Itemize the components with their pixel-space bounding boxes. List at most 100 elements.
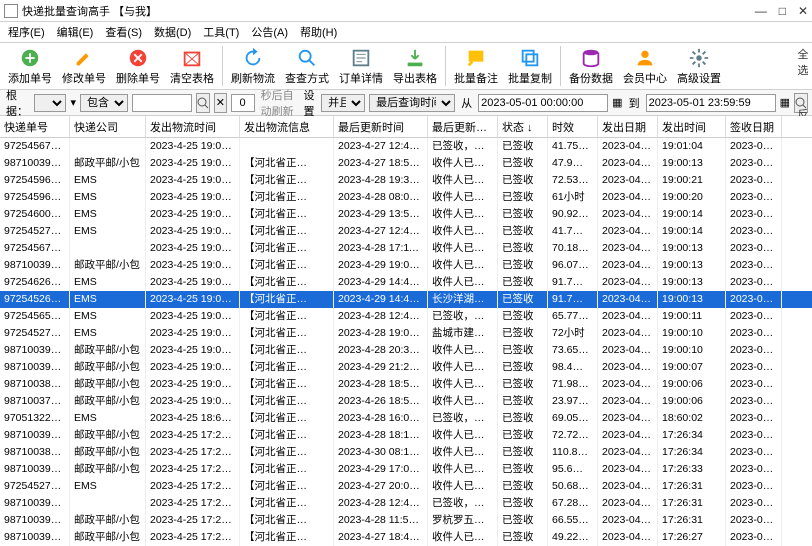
toolbar-add-button[interactable]: 添加单号 <box>4 44 56 88</box>
toolbar-export-button[interactable]: 导出表格 <box>389 44 441 88</box>
column-header[interactable]: 签收日期 <box>726 116 782 137</box>
menu-data[interactable]: 数据(D) <box>150 24 195 40</box>
filter-field-select[interactable] <box>34 94 66 112</box>
cell: 17:26:31 <box>658 512 726 529</box>
maximize-button[interactable]: □ <box>779 4 786 18</box>
cell: 已签收 <box>498 478 548 495</box>
filter-search-button[interactable] <box>196 93 210 113</box>
filter-time-select[interactable]: 最后查询时间 <box>369 94 455 112</box>
cell: 47.9小时 <box>548 155 598 172</box>
cell: 【河北省正… <box>240 529 334 546</box>
column-header[interactable]: 状态 ↓ <box>498 116 548 137</box>
filter-op-select[interactable]: 包含 <box>80 94 128 112</box>
table-row[interactable]: 987100386…邮政平邮/小包2023-4-25 17:26:34【河北省正… <box>0 444 812 461</box>
column-header[interactable]: 快递单号 <box>0 116 70 137</box>
table-row[interactable]: 972545967…EMS2023-4-25 19:00:21【河北省正…202… <box>0 172 812 189</box>
cell: 2023-04-30 <box>726 444 782 461</box>
table-row[interactable]: 987100395…邮政平邮/小包2023-4-25 19:00:10【河北省正… <box>0 342 812 359</box>
table-row[interactable]: 987100394…邮政平邮/小包2023-4-25 17:26:33【河北省正… <box>0 461 812 478</box>
column-header[interactable]: 最后更新物流 <box>428 116 498 137</box>
table-row[interactable]: 987100376…邮政平邮/小包2023-4-25 19:00:06【河北省正… <box>0 393 812 410</box>
select-all-label[interactable]: 全选 <box>794 46 812 78</box>
table-row[interactable]: 987100391…邮政平邮/小包2023-4-25 19:00:13【河北省正… <box>0 257 812 274</box>
table-row[interactable]: 987100389…邮政平邮/小包2023-4-25 19:00:06【河北省正… <box>0 376 812 393</box>
table-row[interactable]: 972546008…EMS2023-4-25 19:00:14【河北省正…202… <box>0 206 812 223</box>
cell: 【河北省正… <box>240 342 334 359</box>
filter-clear-button[interactable]: ✕ <box>214 93 227 113</box>
cell: 91.7小时 <box>548 274 598 291</box>
toolbar-del-button[interactable]: 删除单号 <box>112 44 164 88</box>
table-row[interactable]: 972545658…EMS2023-4-25 19:00:11【河北省正…202… <box>0 308 812 325</box>
menu-program[interactable]: 程序(E) <box>4 24 49 40</box>
column-header[interactable]: 时效 <box>548 116 598 137</box>
cell: 【河北省正… <box>240 376 334 393</box>
toolbar-separator <box>560 46 561 86</box>
column-header[interactable]: 发出日期 <box>598 116 658 137</box>
table-row[interactable]: 987100392…邮政平邮/小包2023-4-25 19:00:07【河北省正… <box>0 359 812 376</box>
cell: 72小时 <box>548 325 598 342</box>
table-row[interactable]: 987100392…邮政平邮/小包2023-4-25 17:26:34【河北省正… <box>0 427 812 444</box>
toolbar-remark-button[interactable]: 批量备注 <box>450 44 502 88</box>
menu-edit[interactable]: 编辑(E) <box>53 24 98 40</box>
toolbar-clear-button[interactable]: 清空表格 <box>166 44 218 88</box>
table-row[interactable]: 972545271…EMS2023-4-25 17:26:31【河北省正…202… <box>0 478 812 495</box>
table-row[interactable]: 972545278…EMS2023-4-25 19:00:14【河北省正…202… <box>0 223 812 240</box>
column-header[interactable]: 发出物流信息 <box>240 116 334 137</box>
cell: 17:26:34 <box>658 427 726 444</box>
toolbar-querymode-button[interactable]: 查查方式 <box>281 44 333 88</box>
calendar-from-icon[interactable]: ▦ <box>612 96 622 109</box>
toolbar-member-button[interactable]: 会员中心 <box>619 44 671 88</box>
menu-tools[interactable]: 工具(T) <box>199 24 243 40</box>
table-row[interactable]: 972545675…2023-4-25 19:01:042023-4-27 12… <box>0 138 812 155</box>
toolbar-edit-button[interactable]: 修改单号 <box>58 44 110 88</box>
cell: 2023-4-29 21:24:20 <box>334 359 428 376</box>
cell: 收件人已取… <box>428 342 498 359</box>
minimize-button[interactable]: — <box>755 4 767 18</box>
table-row[interactable]: 972545673…2023-4-25 19:00:13【河北省正…2023-4… <box>0 240 812 257</box>
date-to-input[interactable] <box>646 94 776 112</box>
toolbar-copy-button[interactable]: 批量复制 <box>504 44 556 88</box>
toolbar-detail-button[interactable]: 订单详情 <box>335 44 387 88</box>
cell: 2023-4-25 17:26:31 <box>146 478 240 495</box>
table-row[interactable]: 972546264…EMS2023-4-25 19:00:13【河北省正…202… <box>0 274 812 291</box>
cell: 987100392… <box>0 427 70 444</box>
menu-view[interactable]: 查看(S) <box>101 24 146 40</box>
calendar-to-icon[interactable]: ▦ <box>780 96 790 109</box>
cell: 邮政平邮/小包 <box>70 427 146 444</box>
filter-and-select[interactable]: 并且 <box>321 94 365 112</box>
column-header[interactable]: 发出时间 <box>658 116 726 137</box>
cell: 已签收，本… <box>428 410 498 427</box>
menu-help[interactable]: 帮助(H) <box>296 24 341 40</box>
table-row[interactable]: 987100394…邮政平邮/小包2023-4-25 19:00:13【河北省正… <box>0 155 812 172</box>
cell: 已签收，物… <box>428 308 498 325</box>
cell: 987100395… <box>0 342 70 359</box>
column-header[interactable]: 最后更新时间 <box>334 116 428 137</box>
cell: 2023-4-28 18:59:20 <box>334 376 428 393</box>
settings-link[interactable]: 设置 <box>302 87 318 119</box>
filter-value-input[interactable] <box>132 94 192 112</box>
menu-notice[interactable]: 公告(A) <box>247 24 292 40</box>
toolbar-backup-button[interactable]: 备份数据 <box>565 44 617 88</box>
edit-icon <box>72 46 96 70</box>
cell: 19:00:20 <box>658 189 726 206</box>
date-from-input[interactable] <box>478 94 608 112</box>
close-button[interactable]: ✕ <box>798 4 808 18</box>
clear-icon <box>180 46 204 70</box>
column-header[interactable]: 快递公司 <box>70 116 146 137</box>
cell: 2023-04-25 <box>598 495 658 512</box>
toolbar-refresh-button[interactable]: 刷新物流 <box>227 44 279 88</box>
table-row[interactable]: 972545967…EMS2023-4-25 19:00:20【河北省正…202… <box>0 189 812 206</box>
table-row[interactable]: 972545271…EMS2023-4-25 19:00:10【河北省正…202… <box>0 325 812 342</box>
cell: 收件人已取… <box>428 359 498 376</box>
cell: 2023-04-25 <box>598 427 658 444</box>
refresh-count-input[interactable] <box>231 94 255 112</box>
toolbar-advset-button[interactable]: 高级设置 <box>673 44 725 88</box>
column-header[interactable]: 发出物流时间 <box>146 116 240 137</box>
table-row[interactable]: 987100395…2023-4-25 17:26:31【河北省正…2023-4… <box>0 495 812 512</box>
table-row[interactable]: 987100391…邮政平邮/小包2023-4-25 17:26:27【河北省正… <box>0 529 812 546</box>
table-row[interactable]: 972545266…EMS2023-4-25 19:00:13【河北省正…202… <box>0 291 812 308</box>
cell: 2023-4-29 14:43:00 <box>334 291 428 308</box>
table-row[interactable]: 970513225…EMS2023-4-25 18:60:02【河北省正…202… <box>0 410 812 427</box>
table-row[interactable]: 987100396…邮政平邮/小包2023-4-25 17:26:31【河北省正… <box>0 512 812 529</box>
cell: 【河北省正… <box>240 359 334 376</box>
